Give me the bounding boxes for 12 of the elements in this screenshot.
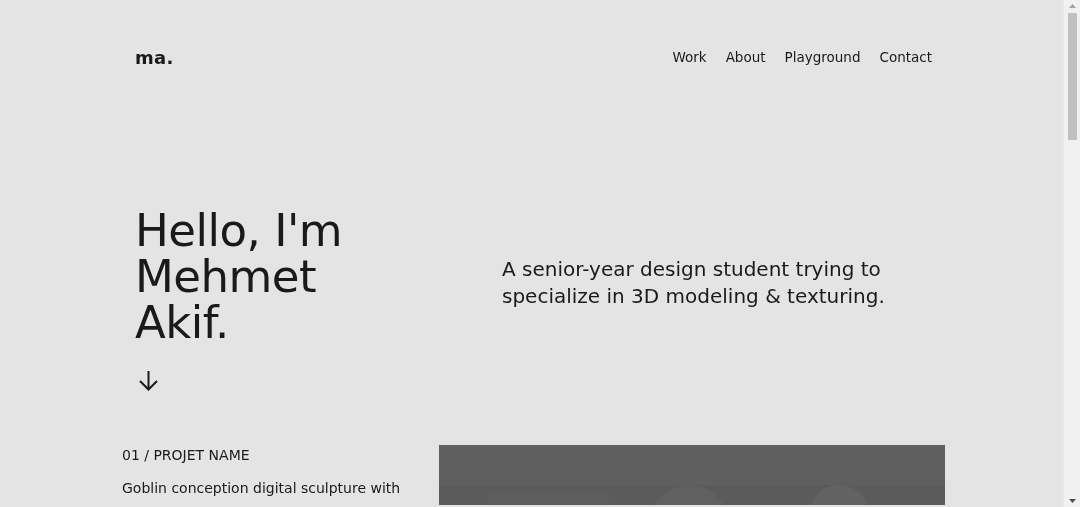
project-label: 01 / PROJET NAME (122, 447, 250, 463)
nav-link[interactable]: Work (672, 49, 707, 65)
scrollbar-thumb[interactable] (1067, 13, 1077, 140)
nav-link[interactable]: About (725, 49, 766, 65)
project-description: Goblin conception digital sculpture with (122, 480, 401, 496)
down-arrow-icon[interactable] (138, 370, 159, 391)
hero-heading: Hello, I'm Mehmet Akif. (135, 208, 344, 351)
nav-link[interactable]: Contact (879, 49, 932, 65)
nav-link[interactable]: Playground (784, 49, 861, 65)
tagline: A senior-year design student trying to specialize in 3D modeling & texturing. (502, 256, 886, 310)
scroll-down-icon[interactable] (1068, 499, 1076, 503)
logo[interactable]: ma. (135, 46, 174, 68)
